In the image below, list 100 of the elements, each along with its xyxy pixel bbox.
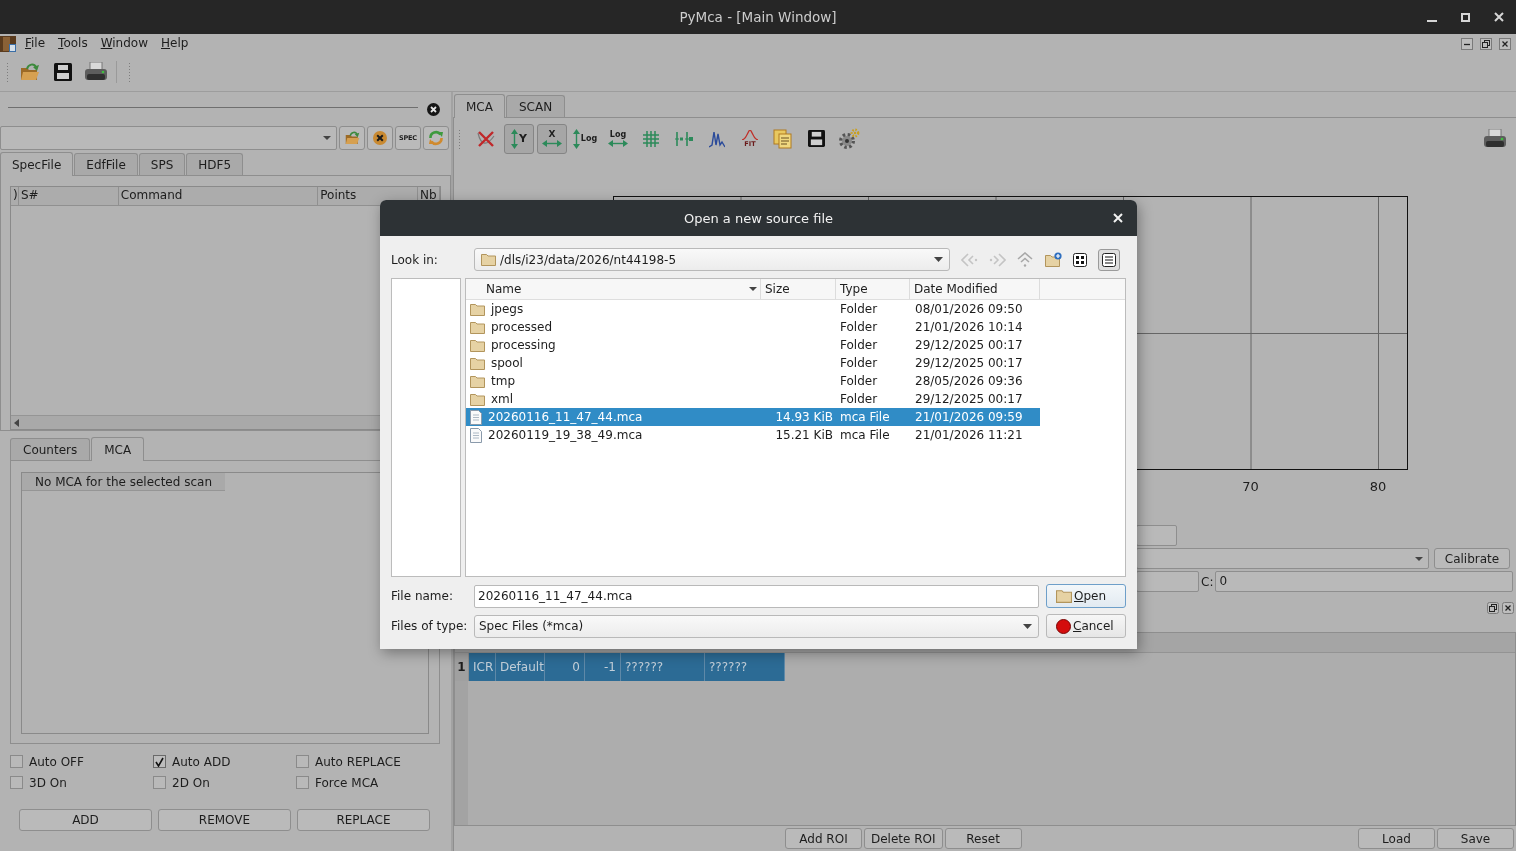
field-label: Look in: — [391, 252, 439, 267]
menu-item[interactable]: Help — [154, 35, 195, 52]
left-arrow-icon[interactable] — [14, 418, 19, 427]
tab[interactable]: Counters — [10, 438, 91, 460]
input-field[interactable] — [1136, 525, 1177, 546]
tab[interactable]: HDF5 — [186, 153, 244, 175]
checkbox-label[interactable]: Auto REPLACE — [315, 754, 401, 769]
tab[interactable]: SPS — [138, 153, 186, 175]
input-field[interactable] — [1136, 571, 1199, 592]
places-sidebar[interactable] — [391, 278, 461, 577]
print-icon[interactable] — [85, 62, 107, 82]
action-button[interactable]: Reset — [944, 828, 1022, 849]
menu-item[interactable]: Tools — [51, 35, 95, 52]
close-icon[interactable] — [1502, 602, 1514, 614]
file-row[interactable]: tmp Folder 28/05/2026 09:36 — [466, 372, 1040, 390]
toolbar-button[interactable]: Y — [504, 123, 534, 154]
file-list[interactable] — [465, 278, 1126, 577]
action-button[interactable]: Delete ROI — [864, 828, 943, 849]
restore-icon[interactable] — [1487, 602, 1499, 614]
action-button[interactable]: REPLACE — [297, 809, 430, 831]
toolbar-grip[interactable] — [128, 62, 131, 82]
column-header[interactable]: Date Modified — [910, 279, 1040, 299]
close-icon[interactable] — [1499, 37, 1511, 50]
action-button[interactable]: Add ROI — [785, 828, 862, 849]
toolbar-grip[interactable] — [6, 62, 9, 82]
save-icon[interactable] — [54, 63, 72, 81]
view-mode-button[interactable] — [1098, 248, 1120, 271]
folder-icon — [470, 392, 485, 406]
checkbox[interactable] — [153, 755, 166, 768]
action-button[interactable]: ADD — [19, 809, 152, 831]
tab[interactable]: MCA — [91, 437, 145, 461]
new-folder-icon[interactable] — [1045, 252, 1062, 267]
file-type-dropdown[interactable]: Spec Files (*mca) — [474, 614, 1039, 638]
minimize-icon[interactable] — [1461, 37, 1473, 50]
file-row[interactable]: 20260119_19_38_49.mca 15.21 KiB mca File 21/01/2026 11:21 — [466, 426, 1040, 444]
file-row[interactable]: 20260116_11_47_44.mca 14.93 KiB mca File 21/01/2026 09:59 — [466, 408, 1040, 426]
folder-icon — [470, 320, 485, 334]
open-folder-icon[interactable] — [20, 63, 40, 81]
table-cell[interactable]: -1 — [585, 653, 621, 681]
checkbox-label[interactable]: 2D On — [172, 775, 210, 790]
action-button[interactable]: Save — [1437, 828, 1514, 849]
input-field[interactable]: 0 — [1215, 571, 1513, 592]
toolbar-grip[interactable] — [458, 128, 461, 149]
print-icon[interactable] — [1483, 128, 1507, 149]
column-header[interactable]: Name — [466, 279, 761, 299]
table-row[interactable]: 1 ICR Default 0 -1 ?????? ?????? — [455, 653, 1515, 681]
cancel-button[interactable]: Cancel — [1046, 614, 1126, 638]
maximize-icon[interactable] — [1461, 12, 1470, 22]
checkbox-label[interactable]: Auto ADD — [172, 754, 231, 769]
tab[interactable]: EdfFile — [74, 153, 138, 175]
restore-icon[interactable] — [1480, 37, 1492, 50]
dropdown[interactable] — [1136, 548, 1429, 569]
tab[interactable]: MCA — [454, 94, 505, 118]
table-cell[interactable]: 0 — [545, 653, 585, 681]
column-header[interactable]: S# — [19, 187, 119, 205]
table-cell[interactable]: Default — [496, 653, 545, 681]
table-cell[interactable]: ICR — [469, 653, 496, 681]
file-row[interactable]: spool Folder 29/12/2025 00:17 — [466, 354, 1040, 372]
checkbox-label[interactable]: Force MCA — [315, 775, 379, 790]
checkbox[interactable] — [10, 755, 23, 768]
open-button[interactable]: Open — [1046, 584, 1126, 608]
action-button[interactable]: REMOVE — [158, 809, 291, 831]
tab[interactable]: SCAN — [505, 95, 566, 117]
column-header[interactable]: Size — [761, 279, 836, 299]
calibrate-button[interactable]: Calibrate — [1434, 548, 1510, 569]
file-row[interactable]: xml Folder 29/12/2025 00:17 — [466, 390, 1040, 408]
refresh-button[interactable] — [423, 126, 449, 150]
close-file-button[interactable] — [367, 126, 393, 150]
up-arrow-icon[interactable] — [1017, 252, 1033, 267]
action-button[interactable]: Load — [1358, 828, 1435, 849]
checkbox[interactable] — [153, 776, 166, 789]
file-row[interactable]: processing Folder 29/12/2025 00:17 — [466, 336, 1040, 354]
path-dropdown[interactable]: /dls/i23/data/2026/nt44198-5 — [474, 248, 950, 271]
row-header[interactable]: 1 — [455, 653, 469, 681]
toolbar-button[interactable]: X — [537, 123, 567, 154]
file-date: 21/01/2026 09:59 — [914, 409, 1024, 426]
tab[interactable]: SpecFile — [0, 152, 74, 176]
menu-item[interactable]: File — [18, 35, 52, 52]
checkbox[interactable] — [296, 755, 309, 768]
checkbox-label[interactable]: Auto OFF — [29, 754, 84, 769]
checkbox[interactable] — [296, 776, 309, 789]
source-dropdown[interactable] — [0, 126, 337, 150]
toolbar-button[interactable]: Log — [603, 123, 633, 154]
column-header[interactable]: Type — [836, 279, 910, 299]
close-icon[interactable] — [427, 102, 440, 116]
table-cell[interactable]: ?????? — [621, 653, 705, 681]
column-header[interactable]: ) — [11, 187, 19, 205]
toolbar-button[interactable]: Log — [570, 123, 600, 154]
file-name-field[interactable]: 20260116_11_47_44.mca — [474, 584, 1039, 608]
file-name: spool — [491, 355, 523, 372]
file-row[interactable]: processed Folder 21/01/2026 10:14 — [466, 318, 1040, 336]
minimize-icon[interactable] — [1427, 19, 1437, 22]
file-row[interactable]: jpegs Folder 08/01/2026 09:50 — [466, 300, 1040, 318]
column-header[interactable]: Command — [118, 187, 319, 205]
table-cell[interactable]: ?????? — [705, 653, 785, 681]
checkbox[interactable] — [10, 776, 23, 789]
menu-item[interactable]: Window — [94, 35, 155, 52]
checkbox-label[interactable]: 3D On — [29, 775, 67, 790]
documents-icon — [773, 128, 793, 149]
file-type: mca File — [839, 409, 891, 426]
